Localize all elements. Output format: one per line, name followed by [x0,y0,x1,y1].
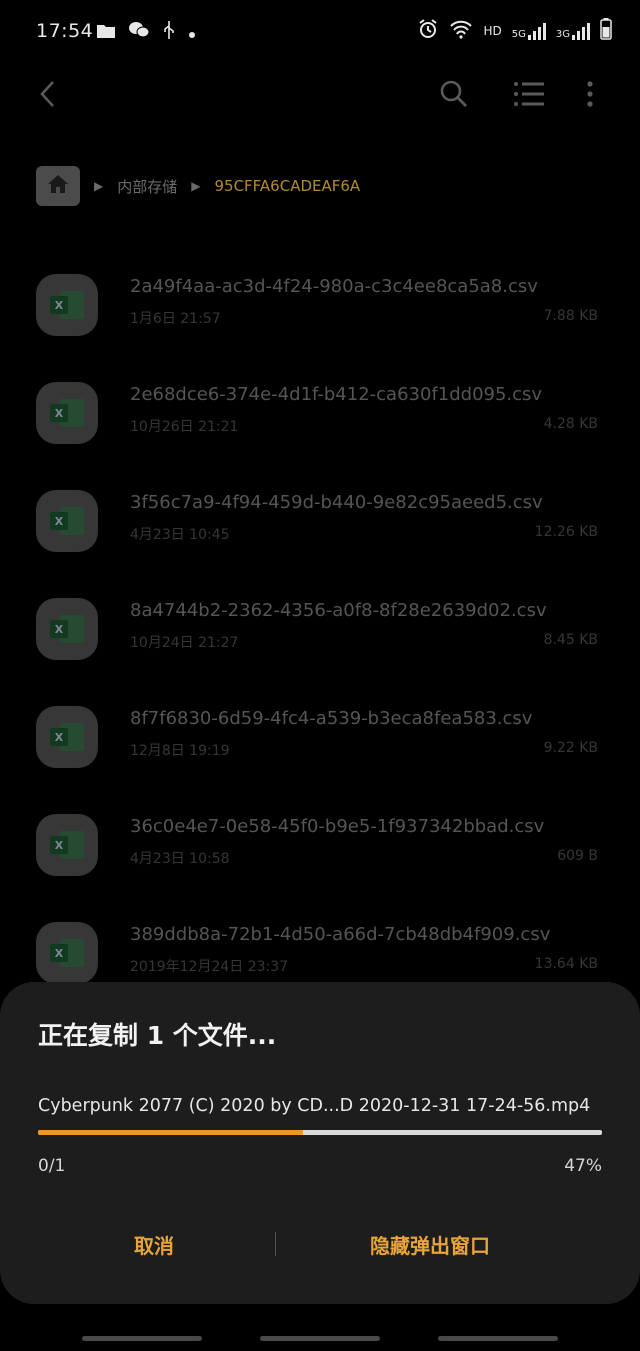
copy-progress-fill [38,1130,304,1135]
back-button[interactable] [26,74,70,118]
status-bar: 17:54 HD 5G 3G [0,0,640,64]
breadcrumb-separator-icon: ▶ [191,179,201,193]
nav-back-handle[interactable] [438,1336,558,1341]
hd-label: HD [483,23,502,38]
file-date: 2019年12月24日 23:37 [130,959,289,975]
file-size: 609 B [557,848,598,864]
excel-file-icon: X [36,706,98,768]
file-date: 4月23日 10:45 [130,527,230,543]
home-icon [46,173,70,199]
list-item[interactable]: X 36c0e4e7-0e58-45f0-b9e5-1f937342bbad.c… [0,780,640,888]
list-item[interactable]: X 389ddb8a-72b1-4d50-a66d-7cb48db4f909.c… [0,888,640,996]
search-button[interactable] [432,74,476,118]
file-name: 2e68dce6-374e-4d1f-b412-ca630f1dd095.csv [130,384,543,405]
signal-strength-icon [527,22,546,40]
list-item[interactable]: X 2a49f4aa-ac3d-4f24-980a-c3c4ee8ca5a8.c… [0,240,640,348]
excel-file-icon: X [36,490,98,552]
cancel-button[interactable]: 取消 [134,1230,174,1259]
3g-label: 3G [555,28,570,40]
wechat-icon [128,21,150,44]
nav-recent-handle[interactable] [82,1336,202,1341]
breadcrumb-home-button[interactable] [36,166,80,206]
file-size: 13.64 KB [534,956,598,972]
excel-file-icon: X [36,382,98,444]
wifi-icon [449,19,473,42]
view-mode-button[interactable] [507,74,551,118]
back-arrow-icon [38,79,58,113]
list-item[interactable]: X 3f56c7a9-4f94-459d-b440-9e82c95aeed5.c… [0,456,640,564]
list-item[interactable]: X 2e68dce6-374e-4d1f-b412-ca630f1dd095.c… [0,348,640,456]
copy-progress-bar [38,1130,602,1135]
file-name: 389ddb8a-72b1-4d50-a66d-7cb48db4f909.csv [130,924,551,945]
nav-home-handle[interactable] [260,1336,380,1341]
button-divider [275,1232,276,1256]
file-date: 12月8日 19:19 [130,743,230,759]
battery-icon [600,18,612,43]
file-name: 36c0e4e7-0e58-45f0-b9e5-1f937342bbad.csv [130,816,545,837]
more-vert-icon [586,80,594,112]
file-size: 8.45 KB [543,632,598,648]
file-date: 10月24日 21:27 [130,635,239,651]
breadcrumb-current[interactable]: 95CFFA6CADEAF6A [214,177,360,195]
file-date: 10月26日 21:21 [130,419,239,435]
usb-icon [162,20,176,45]
excel-file-icon: X [36,922,98,984]
file-name: 8a4744b2-2362-4356-a0f8-8f28e2639d02.csv [130,600,547,621]
excel-file-icon: X [36,274,98,336]
file-name: 8f7f6830-6d59-4fc4-a539-b3eca8fea583.csv [130,708,533,729]
file-size: 9.22 KB [543,740,598,756]
notification-dot-icon [188,22,196,44]
file-count: 0/1 [38,1156,66,1176]
file-date: 1月6日 21:57 [130,311,221,327]
hide-popup-button[interactable]: 隐藏弹出窗口 [370,1230,490,1259]
breadcrumb: ▶ 内部存储 ▶ 95CFFA6CADEAF6A [36,166,360,206]
system-nav-bar [0,1330,640,1351]
progress-percent: 47% [564,1156,602,1176]
more-options-button[interactable] [568,74,612,118]
breadcrumb-parent[interactable]: 内部存储 [117,176,177,197]
list-view-icon [513,80,545,112]
breadcrumb-separator-icon: ▶ [94,179,104,193]
5g-label: 5G [511,28,526,40]
app-toolbar [0,64,640,128]
excel-file-icon: X [36,814,98,876]
file-size: 4.28 KB [543,416,598,432]
folder-icon [96,22,116,44]
file-name: 3f56c7a9-4f94-459d-b440-9e82c95aeed5.csv [130,492,543,513]
file-name: 2a49f4aa-ac3d-4f24-980a-c3c4ee8ca5a8.csv [130,276,538,297]
list-item[interactable]: X 8a4744b2-2362-4356-a0f8-8f28e2639d02.c… [0,564,640,672]
status-time: 17:54 [36,20,94,42]
list-item[interactable]: X 8f7f6830-6d59-4fc4-a539-b3eca8fea583.c… [0,672,640,780]
copying-file-name: Cyberpunk 2077 (C) 2020 by CD...D 2020-1… [38,1096,591,1116]
excel-file-icon: X [36,598,98,660]
search-icon [439,79,469,113]
signal-strength-icon [572,22,590,40]
file-date: 4月23日 10:58 [130,851,230,867]
alarm-icon [417,18,439,43]
file-size: 12.26 KB [534,524,598,540]
copy-progress-dialog: 正在复制 1 个文件... Cyberpunk 2077 (C) 2020 by… [0,982,640,1304]
file-list: X 2a49f4aa-ac3d-4f24-980a-c3c4ee8ca5a8.c… [0,240,640,996]
dialog-title: 正在复制 1 个文件... [38,1021,277,1050]
file-size: 7.88 KB [543,308,598,324]
